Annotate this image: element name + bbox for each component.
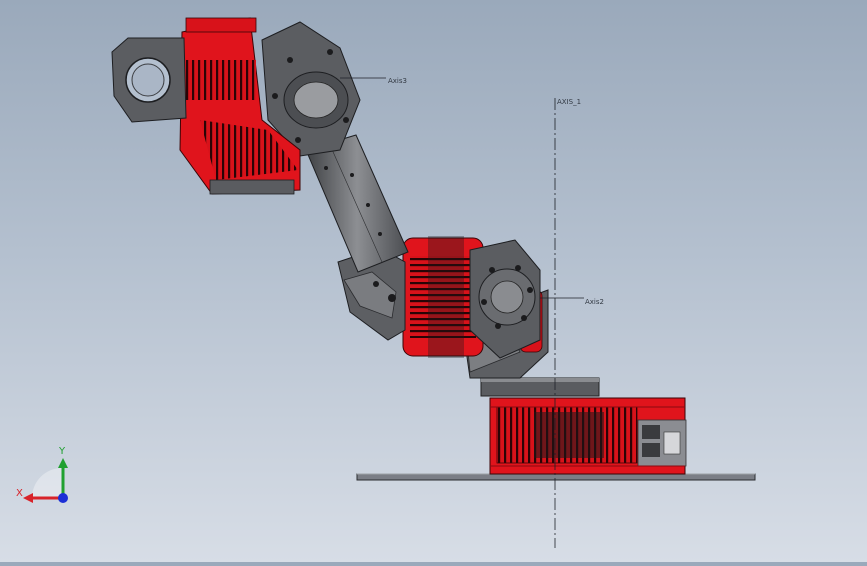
upper-arm-tube xyxy=(305,134,409,273)
orientation-triad[interactable]: Y X xyxy=(16,446,68,503)
triad-x-arrow-icon xyxy=(23,493,33,503)
triad-y-label: Y xyxy=(58,446,66,457)
triad-x-label: X xyxy=(16,488,23,499)
wrist-ring xyxy=(111,37,187,123)
base-plate xyxy=(356,473,756,481)
base-motor-housing xyxy=(489,397,687,475)
axis1-label: AXIS_1 xyxy=(557,98,581,106)
triad-y-arrow-icon xyxy=(58,458,68,468)
cad-viewport[interactable]: AXIS_1 Axis3 Axis2 Y X xyxy=(0,0,867,562)
axis3-label: Axis3 xyxy=(388,77,407,85)
turntable xyxy=(480,377,600,397)
triad-z-axis-icon xyxy=(58,493,68,503)
axis2-label: Axis2 xyxy=(585,298,604,306)
shoulder-hub xyxy=(469,239,541,359)
robot-arm-model[interactable]: AXIS_1 Axis3 Axis2 Y X xyxy=(0,0,867,562)
